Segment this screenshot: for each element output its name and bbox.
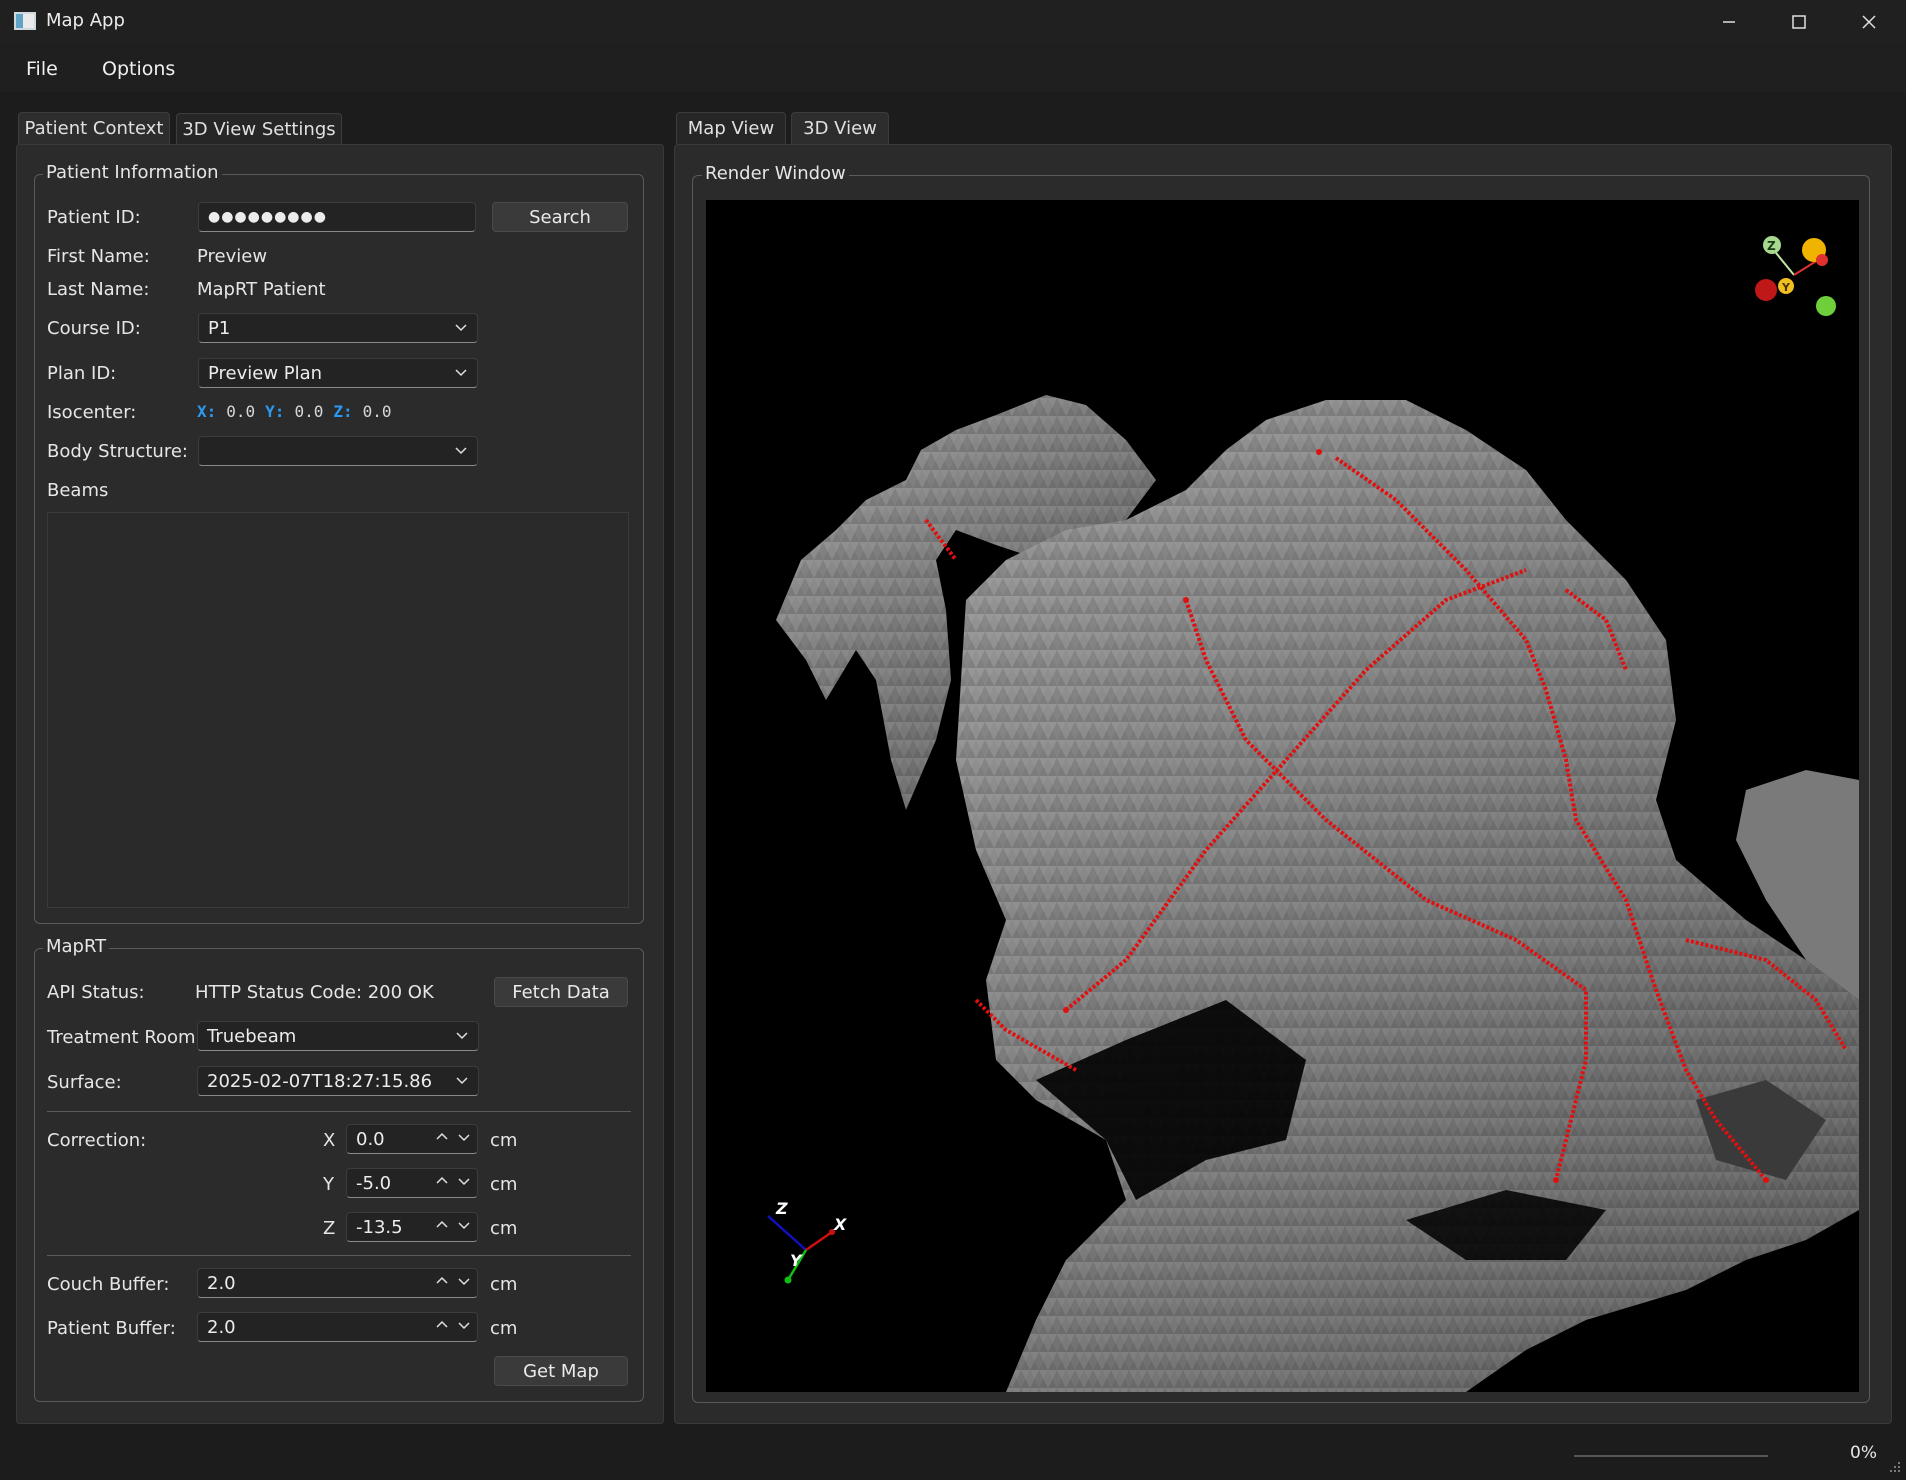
iso-z-label: Z: [333,402,353,421]
iso-y-value: 0.0 [294,402,324,421]
minimize-button[interactable] [1694,0,1764,44]
tab-map-view[interactable]: Map View [676,112,786,144]
api-status-label: API Status: [47,982,145,1003]
surface-select[interactable]: 2025-02-07T18:27:15.86 [197,1066,479,1096]
divider [47,1255,631,1256]
corr-x-label: X [323,1130,336,1151]
patient-buffer-spinbox[interactable]: 2.0 [197,1312,478,1342]
chevron-down-icon [455,447,467,455]
tab-patient-context[interactable]: Patient Context [18,112,170,144]
chevron-down-icon[interactable] [457,1129,471,1145]
maximize-button[interactable] [1764,0,1834,44]
chevron-down-icon[interactable] [457,1273,471,1289]
chevron-down-icon[interactable] [457,1217,471,1233]
render-window-title: Render Window [702,163,849,184]
patient-id-label: Patient ID: [47,207,141,228]
course-id-select[interactable]: P1 [198,313,478,343]
iso-x-label: X: [197,402,217,421]
correction-y-spinbox[interactable]: -5.0 [346,1168,478,1198]
surface-label: Surface: [47,1072,122,1093]
iso-z-value: 0.0 [362,402,392,421]
menu-options[interactable]: Options [102,58,175,80]
chevron-down-icon [455,324,467,332]
search-button[interactable]: Search [492,202,628,232]
corr-z-label: Z [323,1218,336,1239]
chevron-down-icon[interactable] [457,1173,471,1189]
title-bar [0,0,1906,44]
divider [47,1111,631,1112]
correction-x-spinbox[interactable]: 0.0 [346,1124,478,1154]
progress-bar [1574,1455,1768,1457]
chevron-up-icon[interactable] [435,1273,449,1289]
tab-3d-view-settings[interactable]: 3D View Settings [176,113,342,145]
render-window-canvas[interactable]: Z Y Z X Y [706,200,1859,1392]
body-structure-label: Body Structure: [47,441,188,462]
close-icon [1862,15,1876,29]
plan-id-select[interactable]: Preview Plan [198,358,478,388]
chevron-down-icon [455,369,467,377]
status-bar [0,1428,1906,1480]
chevron-down-icon [456,1032,468,1040]
patient-id-input[interactable]: ●●●●●●●●● [198,202,476,232]
chevron-up-icon[interactable] [435,1317,449,1333]
isocenter-values: X: 0.0 Y: 0.0 Z: 0.0 [197,402,392,421]
orient-z-label: Z [1767,239,1776,253]
maprt-title: MapRT [43,936,110,957]
progress-text: 0% [1850,1443,1877,1463]
last-name-value: MapRT Patient [197,279,326,300]
body-structure-select[interactable] [198,436,478,466]
correction-label: Correction: [47,1130,147,1151]
iso-y-label: Y: [265,402,285,421]
correction-z-spinbox[interactable]: -13.5 [346,1212,478,1242]
corr-z-unit: cm [490,1218,518,1239]
orientation-widget-icon: Z Y [1755,236,1836,316]
get-map-button[interactable]: Get Map [494,1356,628,1386]
axis-x-label: X [833,1215,847,1234]
iso-x-value: 0.0 [226,402,256,421]
tab-3d-view[interactable]: 3D View [791,112,889,144]
course-id-label: Course ID: [47,318,141,339]
maximize-icon [1792,15,1806,29]
patient-buffer-label: Patient Buffer: [47,1318,176,1339]
chevron-up-icon[interactable] [435,1129,449,1145]
chevron-up-icon[interactable] [435,1173,449,1189]
menu-bar [0,44,1906,92]
menu-file[interactable]: File [26,58,58,80]
beams-label: Beams [47,480,109,501]
axis-y-label: Y [790,1251,803,1270]
first-name-label: First Name: [47,246,150,267]
couch-buffer-unit: cm [490,1274,518,1295]
axes-triad-icon: Z X Y [767,1200,847,1284]
beams-list[interactable] [47,512,629,908]
minimize-icon [1723,21,1735,23]
axis-z-label: Z [775,1200,788,1218]
patient-info-title: Patient Information [43,162,222,183]
app-icon [14,12,36,30]
chevron-down-icon[interactable] [457,1317,471,1333]
api-status-value: HTTP Status Code: 200 OK [195,982,434,1003]
last-name-label: Last Name: [47,279,150,300]
chevron-up-icon[interactable] [435,1217,449,1233]
corr-x-unit: cm [490,1130,518,1151]
resize-grip-icon[interactable] [1888,1460,1902,1474]
plan-id-label: Plan ID: [47,363,117,384]
orient-y-label: Y [1781,281,1791,294]
couch-buffer-spinbox[interactable]: 2.0 [197,1268,478,1298]
close-button[interactable] [1834,0,1904,44]
couch-buffer-label: Couch Buffer: [47,1274,170,1295]
isocenter-label: Isocenter: [47,402,137,423]
corr-y-label: Y [323,1174,334,1195]
treatment-room-select[interactable]: Truebeam [197,1021,479,1051]
window-title: Map App [46,10,125,31]
corr-y-unit: cm [490,1174,518,1195]
chevron-down-icon [456,1077,468,1085]
fetch-data-button[interactable]: Fetch Data [494,977,628,1007]
patient-buffer-unit: cm [490,1318,518,1339]
treatment-room-label: Treatment Room: [47,1027,202,1048]
first-name-value: Preview [197,246,268,267]
